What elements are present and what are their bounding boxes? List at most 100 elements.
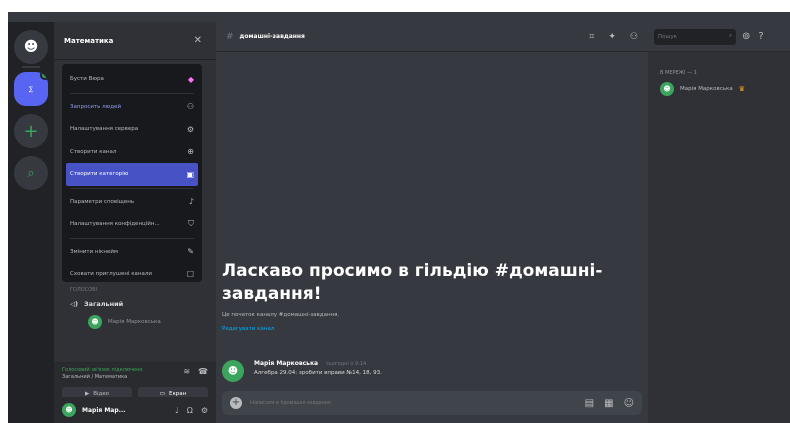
member-name: Марія Марковська: [680, 86, 733, 92]
noise-suppression-icon[interactable]: ≋: [183, 367, 190, 376]
voice-location[interactable]: Загальний / Математика: [62, 374, 142, 381]
menu-item-hide-muted[interactable]: Сховати приглушені канали ☐: [62, 263, 202, 286]
menu-item-invite[interactable]: Запросить людей ⚇: [62, 96, 202, 119]
members-icon[interactable]: ⚇: [630, 32, 638, 42]
menu-item-create-channel[interactable]: Створити канал ⊕: [62, 141, 202, 164]
voice-channel-user[interactable]: ☻ Марія Марковська: [54, 312, 216, 332]
member-item[interactable]: ☻ Марія Марковська ♛: [660, 82, 786, 96]
voice-channel-general[interactable]: ◁) Загальний: [54, 296, 216, 312]
menu-item-notifications[interactable]: Параметри сповіщень ♪: [62, 191, 202, 214]
server-initial: ∑: [28, 85, 34, 93]
help-icon[interactable]: ?: [758, 31, 763, 42]
folder-plus-icon: ▣: [186, 169, 194, 179]
pin-icon[interactable]: ✦: [608, 32, 616, 42]
menu-item-nickname[interactable]: Змінити нікнейм ✎: [62, 241, 202, 264]
channel-header: # домашні-завдання ⌗ ✦ ⚇: [216, 22, 648, 52]
message-composer: + ▤ ▦ ☺: [222, 391, 642, 415]
menu-item-label: Створити категорію: [70, 171, 129, 178]
welcome-title: Ласкаво просимо в гільдію #домашні-завда…: [222, 261, 603, 304]
voice-status: Голосовий зв'язок підключено: [62, 367, 143, 373]
guild-context-menu: Бусти Вюра ◆ Запросить людей ⚇ Налаштува…: [62, 64, 202, 282]
voice-user-name: Марія Марковська: [108, 319, 161, 325]
menu-item-boost[interactable]: Бусти Вюра ◆: [62, 68, 202, 91]
add-server-button[interactable]: +: [14, 114, 48, 148]
header-toolbar-right: Пошук ⌕ ⊚ ?: [648, 22, 790, 52]
avatar[interactable]: ☻: [62, 403, 76, 417]
member-list: В МЕРЕЖІ — 1 ☻ Марія Марковська ♛: [648, 52, 790, 423]
threads-icon[interactable]: ⌗: [589, 32, 594, 42]
boost-icon: ◆: [187, 74, 194, 84]
emoji-icon[interactable]: ☺: [624, 398, 634, 409]
hash-icon: #: [226, 31, 234, 42]
edit-channel-link[interactable]: Редагувати канал: [222, 326, 622, 332]
home-button[interactable]: ☻: [14, 30, 48, 64]
menu-separator: [70, 92, 194, 94]
checkbox-icon[interactable]: ☐: [187, 270, 194, 279]
shield-icon: ⛉: [188, 219, 194, 229]
avatar[interactable]: ☻: [222, 360, 244, 382]
discord-logo-icon: ☻: [23, 39, 39, 55]
plus-icon: +: [23, 120, 39, 142]
discord-app: ☻ ∑ + ⌕ Математика ✕ Бусти Вюра ◆ Запрос…: [8, 12, 790, 423]
user-panel: ☻ Марія Мар... ♩ Ω ⚙: [54, 397, 216, 423]
search-input[interactable]: Пошук ⌕: [654, 28, 736, 45]
add-attachment-icon[interactable]: +: [230, 397, 242, 409]
menu-separator: [70, 237, 194, 239]
add-person-icon: ⚇: [186, 102, 194, 112]
message: ☻ Марія Марковська сьогодні о 9:14 Алгеб…: [222, 360, 382, 382]
menu-item-label: Запросить людей: [70, 103, 122, 110]
explore-servers-button[interactable]: ⌕: [14, 156, 48, 190]
microphone-icon[interactable]: ♩: [175, 406, 179, 415]
chat-area: # домашні-завдання ⌗ ✦ ⚇ Ласкаво просимо…: [216, 22, 648, 423]
pencil-icon: ✎: [187, 247, 194, 257]
server-rail: ☻ ∑ + ⌕: [8, 22, 54, 423]
compass-icon: ⌕: [27, 165, 35, 181]
message-author[interactable]: Марія Марковська: [254, 360, 318, 367]
voice-channel-label: Загальний: [83, 300, 124, 308]
menu-item-privacy[interactable]: Налаштування конфіденційн... ⛉: [62, 213, 202, 236]
gif-icon[interactable]: ▦: [604, 398, 613, 409]
headphones-icon[interactable]: Ω: [187, 406, 193, 415]
search-placeholder: Пошук: [658, 33, 678, 40]
menu-item-server-settings[interactable]: Налаштування сервера ⚙: [62, 118, 202, 141]
channel-welcome: Ласкаво просимо в гільдію #домашні-завда…: [222, 260, 622, 332]
guild-header[interactable]: Математика ✕: [54, 22, 216, 60]
user-name[interactable]: Марія Мар...: [82, 407, 169, 414]
close-icon[interactable]: ✕: [194, 35, 202, 46]
rail-separator: [22, 66, 40, 68]
search-icon: ⌕: [728, 33, 732, 39]
gift-icon[interactable]: ▤: [585, 398, 594, 409]
channel-title: домашні-завдання: [239, 33, 305, 40]
menu-item-label: Створити канал: [70, 148, 117, 155]
bell-icon: ♪: [188, 197, 194, 207]
menu-item-create-category[interactable]: Створити категорію ▣: [66, 163, 198, 186]
gear-icon: ⚙: [186, 124, 194, 134]
menu-item-label: Змінити нікнейм: [70, 248, 119, 255]
category-voice[interactable]: ГОЛОСОВІ: [54, 284, 216, 296]
notification-dot: [40, 72, 48, 80]
menu-separator: [70, 187, 194, 189]
disconnect-icon[interactable]: ☎: [198, 367, 208, 376]
message-input[interactable]: [250, 400, 577, 406]
members-category: В МЕРЕЖІ — 1: [660, 70, 697, 76]
message-timestamp: сьогодні о 9:14: [326, 361, 367, 367]
menu-item-label: Параметри сповіщень: [70, 198, 135, 205]
server-icon-math[interactable]: ∑: [14, 72, 48, 106]
menu-item-label: Бусти Вюра: [70, 76, 104, 83]
message-text: Алгебра 29.04: зробити вправи №14, 18, 9…: [254, 370, 382, 376]
gear-icon[interactable]: ⚙: [201, 406, 208, 415]
crown-icon: ♛: [738, 85, 745, 93]
avatar: ☻: [88, 315, 102, 329]
menu-item-label: Сховати приглушені канали: [70, 271, 152, 278]
message-author-line: Марія Марковська сьогодні о 9:14: [254, 360, 382, 367]
plus-circle-icon: ⊕: [187, 147, 194, 157]
welcome-subtitle: Це початок каналу #домашні-завдання.: [222, 312, 340, 318]
channel-sidebar: Математика ✕ Бусти Вюра ◆ Запросить люде…: [54, 22, 216, 423]
avatar: ☻: [660, 82, 674, 96]
channel-list: ГОЛОСОВІ ◁) Загальний ☻ Марія Марковська: [54, 284, 216, 332]
guild-name: Математика: [64, 36, 114, 45]
speaker-icon: ◁): [70, 300, 78, 308]
menu-item-label: Налаштування конфіденційн...: [70, 221, 160, 228]
menu-item-label: Налаштування сервера: [70, 126, 139, 133]
inbox-icon[interactable]: ⊚: [742, 31, 750, 42]
